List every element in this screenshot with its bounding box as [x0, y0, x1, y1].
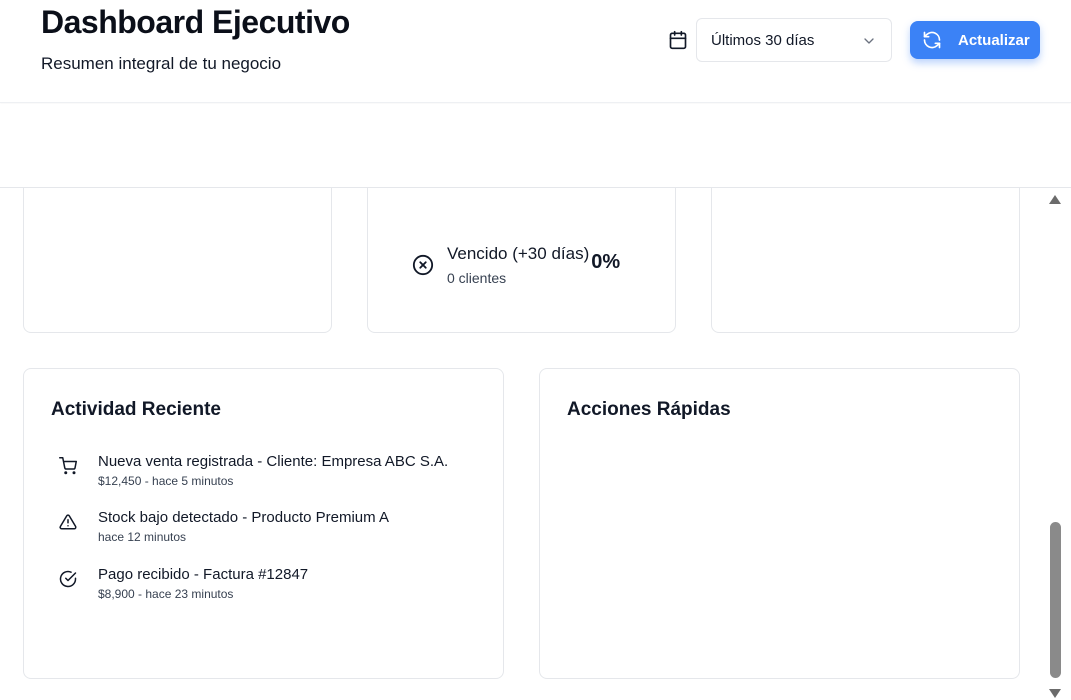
page-subtitle: Resumen integral de tu negocio — [41, 54, 282, 73]
quick-actions-title: Acciones Rápidas — [567, 399, 731, 420]
overdue-label: Vencido (+30 días) — [447, 244, 590, 263]
activity-item: Stock bajo detectado - Producto Premium … — [59, 509, 389, 544]
export-dashboard-button[interactable]: Exportar Dashboard — [795, 124, 1040, 168]
x-circle-icon — [412, 254, 434, 276]
currency-select[interactable]: $ Peso Chileno CLP — [23, 118, 244, 156]
refresh-button[interactable]: Actualizar — [910, 21, 1040, 59]
shopping-cart-icon — [59, 457, 77, 475]
scrollbar-thumb[interactable] — [1050, 522, 1061, 678]
check-circle-icon — [59, 570, 77, 588]
revenue-badge: $ 0 ingresos — [422, 134, 512, 158]
scroll-up-arrow-icon[interactable] — [1049, 195, 1061, 204]
chevron-down-icon — [217, 134, 226, 140]
date-range-value: Últimos 30 días — [711, 31, 815, 49]
scroll-down-arrow-icon[interactable] — [1049, 689, 1061, 698]
recent-activity-title: Actividad Reciente — [51, 399, 221, 420]
activity-title: Nueva venta registrada - Cliente: Empres… — [98, 453, 449, 470]
activity-meta: hace 12 minutos — [98, 530, 187, 544]
activity-item: Pago recibido - Factura #12847 $8,900 - … — [59, 566, 308, 601]
date-range-select[interactable]: Últimos 30 días — [696, 18, 892, 62]
activity-title: Stock bajo detectado - Producto Premium … — [98, 509, 389, 526]
calendar-icon — [669, 30, 687, 50]
refresh-icon — [923, 31, 941, 49]
metric-card-right — [711, 170, 1020, 333]
overdue-percent: 0% — [591, 250, 621, 273]
chevron-down-icon — [1008, 144, 1018, 150]
activity-item: Nueva venta registrada - Cliente: Empres… — [59, 453, 448, 488]
top-header: Dashboard Ejecutivo Resumen integral de … — [0, 0, 1071, 103]
refresh-label: Actualizar — [958, 31, 1030, 49]
export-label: Exportar Dashboard — [850, 137, 985, 155]
metric-card-left — [23, 170, 332, 333]
overdue-row: Vencido (+30 días) 0 clientes 0% — [412, 244, 620, 286]
page-title: Dashboard Ejecutivo — [41, 4, 350, 40]
chevron-down-icon — [864, 38, 874, 44]
currency-code-badge: CLP — [164, 126, 211, 148]
activity-meta: $12,450 - hace 5 minutos — [98, 474, 234, 488]
alert-triangle-icon — [59, 514, 77, 530]
activity-meta: $8,900 - hace 23 minutos — [98, 587, 234, 601]
currency-name: Peso Chileno — [79, 129, 157, 145]
dollar-sign-icon — [41, 129, 51, 145]
download-icon — [817, 138, 833, 154]
activity-title: Pago recibido - Factura #12847 — [98, 566, 309, 583]
overdue-clients: 0 clientes — [447, 270, 507, 286]
dashboard-badge: Dashboard Ejecutivo — [262, 134, 397, 158]
currency-symbol: $ — [64, 129, 72, 145]
